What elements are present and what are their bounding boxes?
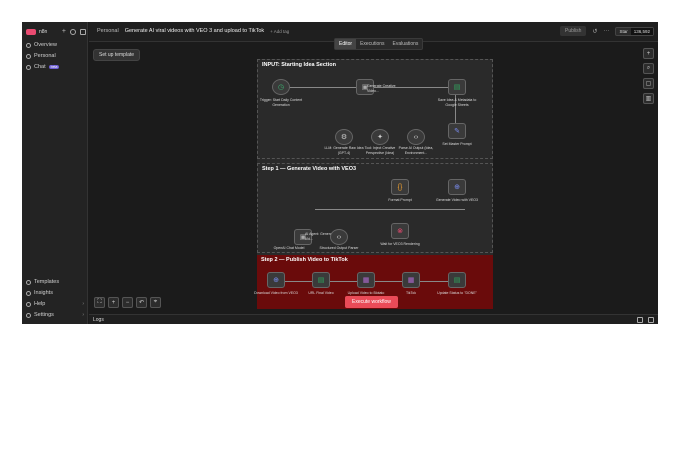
node-label: Update Status to "DONE" xyxy=(437,291,477,295)
tiktok-node[interactable]: ▦ xyxy=(402,272,420,288)
node-label: Parse AI Output (Idea, Environment... xyxy=(398,146,434,155)
node-label: Generate Video with VEO3 xyxy=(436,198,478,202)
beta-badge: beta xyxy=(48,65,60,69)
llm-node[interactable]: ⚙ xyxy=(335,129,353,145)
node-label: Set Master Prompt xyxy=(442,142,472,146)
zoom-in-icon[interactable]: + xyxy=(108,297,119,308)
sidebar-item-insights[interactable]: Insights xyxy=(26,288,84,298)
logs-panel[interactable]: Logs xyxy=(89,314,658,324)
node-label: Download Video from VEO3 xyxy=(254,291,298,295)
github-star-count: 136,592 xyxy=(630,27,653,35)
node-label: Generate Creative Video... xyxy=(367,84,396,93)
n8n-logo-icon xyxy=(26,29,36,35)
http-request-node[interactable]: ⊕ xyxy=(267,272,285,288)
tab-executions[interactable]: Executions xyxy=(356,39,388,49)
reset-zoom-icon[interactable]: ↶ xyxy=(136,297,147,308)
canvas-zoom-controls: ⛶ + − ↶ ⌖ xyxy=(94,297,161,308)
project-link[interactable]: Personal xyxy=(97,28,119,34)
google-drive-node[interactable]: ▤ xyxy=(312,272,330,288)
edit-fields-node[interactable]: ✎ xyxy=(448,123,466,139)
user-icon xyxy=(26,53,31,59)
sidebar-item-label: Settings xyxy=(34,312,54,318)
chevron-right-icon: › xyxy=(82,312,84,318)
workflow-title[interactable]: Generate AI viral videos with VEO 3 and … xyxy=(125,28,264,34)
sidebar-item-personal[interactable]: Personal xyxy=(26,51,84,61)
sidebar-item-chat[interactable]: Chat beta xyxy=(26,62,84,72)
trigger-node[interactable]: ◷ xyxy=(272,79,290,95)
sidebar-item-label: Insights xyxy=(34,290,53,296)
http-request-node[interactable]: ⊕ xyxy=(448,179,466,195)
logs-popout-icon[interactable] xyxy=(648,317,654,323)
node-label: Wait for VEO3 Rendering xyxy=(380,242,420,246)
sidebar-item-label: Personal xyxy=(34,53,56,59)
section-title: INPUT: Starting Idea Section xyxy=(262,62,336,68)
logs-label: Logs xyxy=(93,317,104,323)
output-parser-node[interactable]: ‹› xyxy=(407,129,425,145)
home-icon xyxy=(26,42,31,48)
sidebar-item-settings[interactable]: Settings › xyxy=(26,310,84,320)
github-star-button[interactable]: Star 136,592 xyxy=(615,26,654,36)
tab-evaluations[interactable]: Evaluations xyxy=(389,39,423,49)
node-label: Format Prompt xyxy=(388,198,412,202)
view-tabs: Editor Executions Evaluations xyxy=(334,38,424,50)
gear-icon xyxy=(26,312,31,318)
connection-wire xyxy=(315,209,465,210)
github-star-label: Star xyxy=(619,28,628,34)
node-label: OpenAI Chat Model xyxy=(273,246,305,250)
code-node[interactable]: {} xyxy=(391,179,409,195)
more-options-icon[interactable]: ··· xyxy=(603,28,609,34)
google-sheets-node[interactable]: ▤ xyxy=(448,79,466,95)
section-title: Step 2 — Publish Video to TikTok xyxy=(261,257,348,263)
sticky-note-icon[interactable]: ▢ xyxy=(643,78,654,89)
output-parser-node[interactable]: ‹› xyxy=(330,229,348,245)
sidebar-item-label: Chat xyxy=(34,64,46,70)
chevron-right-icon: › xyxy=(82,301,84,307)
sidebar-item-overview[interactable]: Overview xyxy=(26,40,84,50)
workflow-canvas[interactable]: INPUT: Starting Idea Section Step 1 — Ge… xyxy=(89,43,636,312)
add-tag-link[interactable]: + Add tag xyxy=(270,29,289,34)
help-icon xyxy=(26,301,31,307)
fit-view-icon[interactable]: ⛶ xyxy=(94,297,105,308)
panel-icon[interactable]: ▥ xyxy=(643,93,654,104)
insights-icon xyxy=(26,290,31,296)
brand-name: n8n xyxy=(39,29,48,35)
node-label: URL Final Video xyxy=(308,291,334,295)
templates-icon xyxy=(26,279,31,285)
search-icon[interactable] xyxy=(70,29,76,35)
publish-button[interactable]: Publish xyxy=(560,26,587,36)
chat-icon xyxy=(26,64,31,70)
node-label: Save Idea & Metadata to Google Sheets xyxy=(437,98,477,107)
google-sheets-node[interactable]: ▤ xyxy=(448,272,466,288)
n8n-app-window: n8n + Overview Personal Chat beta Templa… xyxy=(22,22,658,324)
tool-think-node[interactable]: ✦ xyxy=(371,129,389,145)
sidebar-item-label: Overview xyxy=(34,42,57,48)
collapse-sidebar-icon[interactable] xyxy=(80,29,86,35)
canvas-right-toolbar: + ⌕ ▢ ▥ xyxy=(643,48,654,104)
search-icon[interactable]: ⌕ xyxy=(643,63,654,74)
node-label: TikTok xyxy=(406,291,416,295)
sidebar-item-label: Templates xyxy=(34,279,60,285)
tidy-up-icon[interactable]: ⌖ xyxy=(150,297,161,308)
add-node-icon[interactable]: + xyxy=(643,48,654,59)
sidebar-item-help[interactable]: Help › xyxy=(26,299,84,309)
sidebar-item-label: Help xyxy=(34,301,46,307)
history-icon[interactable]: ↺ xyxy=(592,28,597,35)
tab-editor[interactable]: Editor xyxy=(335,39,357,49)
logs-expand-icon[interactable] xyxy=(637,317,643,323)
sidebar-item-templates[interactable]: Templates xyxy=(26,277,84,287)
breadcrumb: Personal Generate AI viral videos with V… xyxy=(97,28,289,34)
brand-row: n8n + xyxy=(26,26,86,38)
execute-workflow-button[interactable]: Execute workflow xyxy=(345,296,398,308)
node-label: Upload Video to Blotato xyxy=(347,291,385,295)
section-title: Step 1 — Generate Video with VEO3 xyxy=(262,166,357,172)
wait-node[interactable]: ⊗ xyxy=(391,223,409,239)
sidebar: n8n + Overview Personal Chat beta Templa… xyxy=(22,22,88,324)
add-icon[interactable]: + xyxy=(62,28,66,35)
node-label: Trigger: Start Daily Content Generation xyxy=(259,98,303,107)
sticky-note-step1[interactable]: Step 1 — Generate Video with VEO3 xyxy=(257,163,493,253)
blotato-node[interactable]: ▦ xyxy=(357,272,375,288)
node-label: Structured Output Parser xyxy=(319,246,359,250)
zoom-out-icon[interactable]: − xyxy=(122,297,133,308)
